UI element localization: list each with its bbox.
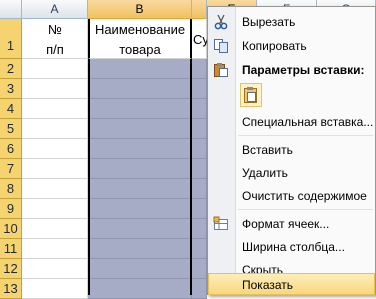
cell-b1-line2: товара [119, 42, 161, 57]
cell-a7[interactable] [22, 159, 88, 179]
cell-b11[interactable] [88, 239, 192, 259]
column-b-left-border [88, 59, 90, 295]
menu-item-clear-contents-label: Очистить содержимое [242, 189, 367, 203]
cell-a1[interactable]: № п/п [22, 19, 88, 59]
cell-c2[interactable] [192, 59, 207, 79]
row-header-4[interactable]: 4 [0, 99, 22, 119]
cell-b1[interactable]: Наименование товара [88, 19, 192, 59]
row-header-11[interactable]: 11 [0, 239, 22, 259]
menu-item-copy-label: Копировать [242, 39, 307, 53]
cell-b13[interactable] [88, 279, 192, 299]
cell-a4[interactable] [22, 99, 88, 119]
cell-a11[interactable] [22, 239, 88, 259]
menu-separator [238, 209, 373, 210]
cell-a12[interactable] [22, 259, 88, 279]
menu-item-format-cells[interactable]: Формат ячеек... [208, 213, 375, 235]
row-header-1[interactable]: 1 [0, 19, 22, 59]
cell-c13[interactable] [192, 279, 207, 299]
cell-c11[interactable] [192, 239, 207, 259]
row-header-5[interactable]: 5 [0, 119, 22, 139]
menu-item-clear-contents[interactable]: Очистить содержимое [208, 185, 375, 207]
paste-button[interactable] [240, 83, 262, 107]
menu-item-column-width-label: Ширина столбца... [242, 240, 345, 254]
row-header-9[interactable]: 9 [0, 199, 22, 219]
copy-icon [213, 38, 229, 54]
cell-a1-line2: п/п [46, 42, 64, 57]
menu-item-unhide[interactable]: Показать [208, 273, 375, 295]
menu-item-format-cells-label: Формат ячеек... [242, 217, 330, 231]
cell-a1-line1: № [48, 22, 62, 37]
menu-item-insert[interactable]: Вставить [208, 139, 375, 161]
cell-a10[interactable] [22, 219, 88, 239]
menu-item-copy[interactable]: Копировать [208, 35, 375, 57]
cell-b9[interactable] [88, 199, 192, 219]
menu-item-delete-label: Удалить [242, 166, 288, 180]
cell-a6[interactable] [22, 139, 88, 159]
cell-a3[interactable] [22, 79, 88, 99]
row-header-13[interactable]: 13 [0, 279, 22, 299]
cell-b1-line1: Наименование [94, 22, 186, 37]
cell-a9[interactable] [22, 199, 88, 219]
clipboard-icon [213, 62, 229, 78]
cell-c6[interactable] [192, 139, 207, 159]
cell-b12[interactable] [88, 259, 192, 279]
context-menu: Вырезать Копировать Параметры вставки: С… [207, 6, 376, 295]
row-header-6[interactable]: 6 [0, 139, 22, 159]
cell-b6[interactable] [88, 139, 192, 159]
column-b-right-border [190, 59, 192, 295]
row-header-12[interactable]: 12 [0, 259, 22, 279]
cell-c5[interactable] [192, 119, 207, 139]
cell-b3[interactable] [88, 79, 192, 99]
cell-c8[interactable] [192, 179, 207, 199]
cell-c7[interactable] [192, 159, 207, 179]
cell-c12[interactable] [192, 259, 207, 279]
select-all-corner[interactable] [0, 0, 22, 19]
menu-item-cut-label: Вырезать [242, 15, 296, 29]
cell-c3[interactable] [192, 79, 207, 99]
cell-c10[interactable] [192, 219, 207, 239]
row-header-2[interactable]: 2 [0, 59, 22, 79]
row-header-8[interactable]: 8 [0, 179, 22, 199]
row-header-3[interactable]: 3 [0, 79, 22, 99]
cell-c9[interactable] [192, 199, 207, 219]
column-header-a[interactable]: A [22, 0, 88, 19]
menu-item-insert-label: Вставить [242, 143, 293, 157]
cell-b5[interactable] [88, 119, 192, 139]
menu-item-paste-special[interactable]: Специальная вставка... [208, 111, 375, 133]
scissors-icon [213, 14, 229, 30]
format-cells-icon [213, 216, 229, 232]
column-header-b[interactable]: B [88, 0, 192, 19]
cell-b8[interactable] [88, 179, 192, 199]
cell-b10[interactable] [88, 219, 192, 239]
cell-b4[interactable] [88, 99, 192, 119]
menu-item-paste-options-label: Параметры вставки: [242, 63, 365, 77]
row-header-10[interactable]: 10 [0, 219, 22, 239]
row-header-7[interactable]: 7 [0, 159, 22, 179]
cell-a8[interactable] [22, 179, 88, 199]
cell-b7[interactable] [88, 159, 192, 179]
cell-b2[interactable] [88, 59, 192, 79]
cell-a13[interactable] [22, 279, 88, 299]
menu-item-paste-special-label: Специальная вставка... [242, 115, 374, 129]
menu-item-unhide-label: Показать [242, 278, 294, 292]
cell-a2[interactable] [22, 59, 88, 79]
column-header-c[interactable] [192, 0, 207, 19]
menu-item-paste-options: Параметры вставки: [208, 59, 375, 81]
cell-c4[interactable] [192, 99, 207, 119]
paste-icon [244, 87, 258, 106]
cell-c1[interactable]: Су [192, 19, 209, 59]
menu-item-cut[interactable]: Вырезать [208, 11, 375, 33]
menu-item-column-width[interactable]: Ширина столбца... [208, 236, 375, 258]
menu-item-delete[interactable]: Удалить [208, 162, 375, 184]
menu-separator [238, 135, 373, 136]
cell-a5[interactable] [22, 119, 88, 139]
